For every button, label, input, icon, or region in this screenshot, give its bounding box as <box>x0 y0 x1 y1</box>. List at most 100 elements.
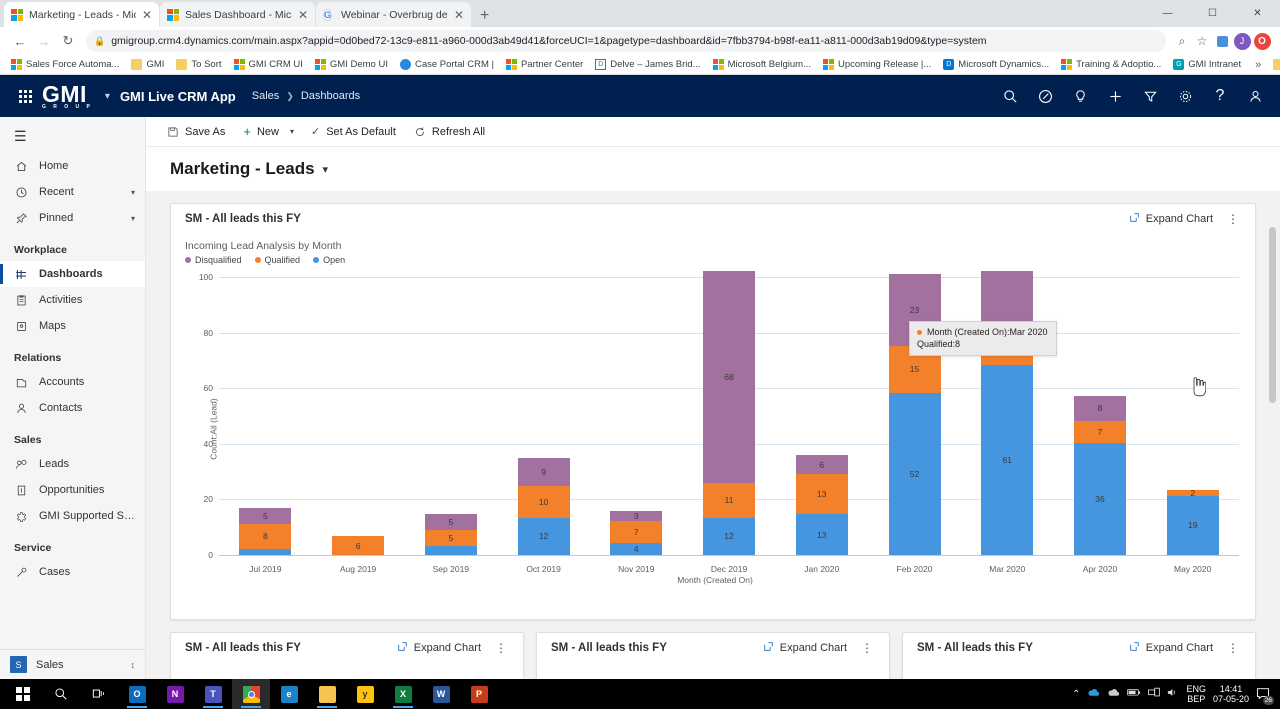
sidebar-item-recent[interactable]: Recent ▾ <box>0 179 145 205</box>
bar-segment-disqualified[interactable]: 68 <box>703 271 756 484</box>
more-options-icon[interactable]: ⋮ <box>489 642 513 654</box>
refresh-all-button[interactable]: Refresh All <box>405 117 494 147</box>
battery-icon[interactable] <box>1127 688 1141 700</box>
area-switcher[interactable]: S Sales ↕ <box>0 649 145 679</box>
legend-item-qualified[interactable]: Qualified <box>254 255 300 265</box>
assistant-icon[interactable] <box>1030 80 1060 112</box>
bar-segment-open[interactable]: 19 <box>1166 495 1219 555</box>
more-options-icon[interactable]: ⋮ <box>855 642 879 654</box>
tray-expand-icon[interactable]: ⌃ <box>1072 689 1080 700</box>
settings-icon[interactable] <box>1170 80 1200 112</box>
bookmark-item[interactable]: GMI <box>126 57 169 72</box>
set-as-default-button[interactable]: ✓ Set As Default <box>302 117 405 147</box>
close-icon[interactable]: ✕ <box>142 9 152 21</box>
expand-chart-button[interactable]: Expand Chart <box>1121 212 1221 226</box>
bar-segment-qualified[interactable]: 10 <box>517 486 570 518</box>
bar-column[interactable]: 6 13 13 Jan 2020 <box>775 277 868 574</box>
more-options-icon[interactable]: ⋮ <box>1221 642 1245 654</box>
bookmark-item[interactable]: GMI Demo UI <box>310 57 393 72</box>
bar-stack[interactable]: 58 <box>239 508 292 555</box>
bar-segment-disqualified[interactable]: 6 <box>795 455 848 474</box>
taskbar-app-powerpoint[interactable]: P <box>460 679 498 709</box>
save-as-button[interactable]: Save As <box>158 117 234 147</box>
bookmark-item[interactable]: Sales Force Automa... <box>6 57 124 72</box>
task-view-icon[interactable] <box>80 679 118 709</box>
chevron-down-icon[interactable]: ▾ <box>131 214 135 223</box>
bar-column[interactable]: 5 5 Sep 2019 <box>404 277 497 574</box>
bar-segment-open[interactable]: 12 <box>703 517 756 555</box>
extension-icon[interactable] <box>1212 31 1232 51</box>
sidebar-item-dashboards[interactable]: Dashboards <box>0 261 145 287</box>
sidebar-item-contacts[interactable]: Contacts <box>0 395 145 421</box>
back-icon[interactable]: ← <box>8 29 32 53</box>
forward-icon[interactable]: → <box>32 29 56 53</box>
bar-segment-open[interactable]: 12 <box>517 517 570 555</box>
bar-stack[interactable]: 6 <box>332 536 385 555</box>
bar-segment-qualified[interactable]: 11 <box>703 483 756 518</box>
taskbar-app-outlook[interactable]: O <box>118 679 156 709</box>
chevron-down-icon[interactable]: ▾ <box>95 91 120 102</box>
bar-stack[interactable]: 861 <box>981 271 1034 555</box>
scrollbar-thumb[interactable] <box>1269 227 1276 403</box>
bar-column[interactable]: 3 7 4 Nov 2019 <box>590 277 683 574</box>
expand-chart-button[interactable]: Expand Chart <box>755 641 855 655</box>
taskbar-search-icon[interactable] <box>42 679 80 709</box>
volume-icon[interactable] <box>1167 687 1179 701</box>
bookmark-item[interactable]: GMI CRM UI <box>229 57 308 72</box>
bar-segment-qualified[interactable]: 5 <box>424 530 477 546</box>
bookmark-item[interactable]: Case Portal CRM | <box>395 57 499 72</box>
bookmark-item[interactable]: To Sort <box>171 57 226 72</box>
close-icon[interactable]: ✕ <box>454 9 464 21</box>
close-icon[interactable]: ✕ <box>298 9 308 21</box>
new-button[interactable]: + New <box>234 117 288 147</box>
bookmark-item[interactable]: Upcoming Release |... <box>818 57 936 72</box>
bar-stack[interactable]: 68 11 12 <box>703 271 756 555</box>
bookmark-item[interactable]: Partner Center <box>501 57 588 72</box>
address-bar[interactable]: 🔒 gmigroup.crm4.dynamics.com/main.aspx?a… <box>86 30 1166 52</box>
windows-start-icon[interactable] <box>4 679 42 709</box>
chevron-updown-icon[interactable]: ↕ <box>131 660 136 670</box>
bar-column[interactable]: 5 8 Jul 2019 <box>219 277 312 574</box>
bookmarks-overflow-icon[interactable]: » <box>1250 59 1266 71</box>
sidebar-item-leads[interactable]: Leads <box>0 451 145 477</box>
bar-segment-open[interactable]: 36 <box>1073 442 1126 555</box>
browser-tab[interactable]: G Webinar - Overbrug de kloof tus ✕ <box>316 2 471 27</box>
lightbulb-icon[interactable] <box>1065 80 1095 112</box>
taskbar-app-excel[interactable]: X <box>384 679 422 709</box>
bar-stack[interactable]: 8 7 36 <box>1073 395 1126 555</box>
sidebar-item-gmi-supported-solutions[interactable]: GMI Supported Solut... <box>0 503 145 529</box>
taskbar-app-yammer[interactable]: y <box>346 679 384 709</box>
close-window-button[interactable]: ✕ <box>1235 0 1280 27</box>
bar-segment-disqualified[interactable]: 9 <box>517 458 570 487</box>
bar-segment-disqualified[interactable]: 5 <box>239 508 292 524</box>
taskbar-app-word[interactable]: W <box>422 679 460 709</box>
more-options-icon[interactable]: ⋮ <box>1221 213 1245 225</box>
taskbar-app-onenote[interactable]: N <box>156 679 194 709</box>
breadcrumb-item-dashboards[interactable]: Dashboards <box>301 90 360 102</box>
new-tab-button[interactable]: + <box>472 8 497 27</box>
language-indicator[interactable]: ENG BEP <box>1186 684 1206 705</box>
bar-column[interactable]: 68 11 12 Dec 2019 <box>683 271 776 574</box>
bar-segment-open[interactable]: 4 <box>610 542 663 555</box>
filter-icon[interactable] <box>1135 80 1165 112</box>
bar-column[interactable]: 23 15 52 Feb 2020 <box>868 274 961 574</box>
reload-icon[interactable]: ↻ <box>56 29 80 53</box>
star-icon[interactable]: ☆ <box>1192 31 1212 51</box>
bar-segment-qualified[interactable]: 13 <box>795 473 848 515</box>
sidebar-item-home[interactable]: Home <box>0 153 145 179</box>
chevron-down-icon[interactable]: ▾ <box>131 188 135 197</box>
sidebar-item-activities[interactable]: Activities <box>0 287 145 313</box>
bar-segment-disqualified[interactable]: 5 <box>424 514 477 531</box>
quick-create-icon[interactable] <box>1100 80 1130 112</box>
search-icon[interactable] <box>995 80 1025 112</box>
legend-item-disqualified[interactable]: Disqualified <box>185 255 242 265</box>
sidebar-item-cases[interactable]: Cases <box>0 559 145 585</box>
sidebar-item-accounts[interactable]: Accounts <box>0 369 145 395</box>
minimize-button[interactable]: — <box>1145 0 1190 27</box>
sidebar-item-pinned[interactable]: Pinned ▾ <box>0 205 145 231</box>
taskbar-app-teams[interactable]: T <box>194 679 232 709</box>
bar-segment-qualified[interactable]: 7 <box>1073 420 1126 443</box>
bar-stack[interactable]: 6 13 13 <box>795 455 848 555</box>
cloud-icon[interactable] <box>1107 687 1120 701</box>
bar-stack[interactable]: 23 15 52 <box>888 274 941 555</box>
